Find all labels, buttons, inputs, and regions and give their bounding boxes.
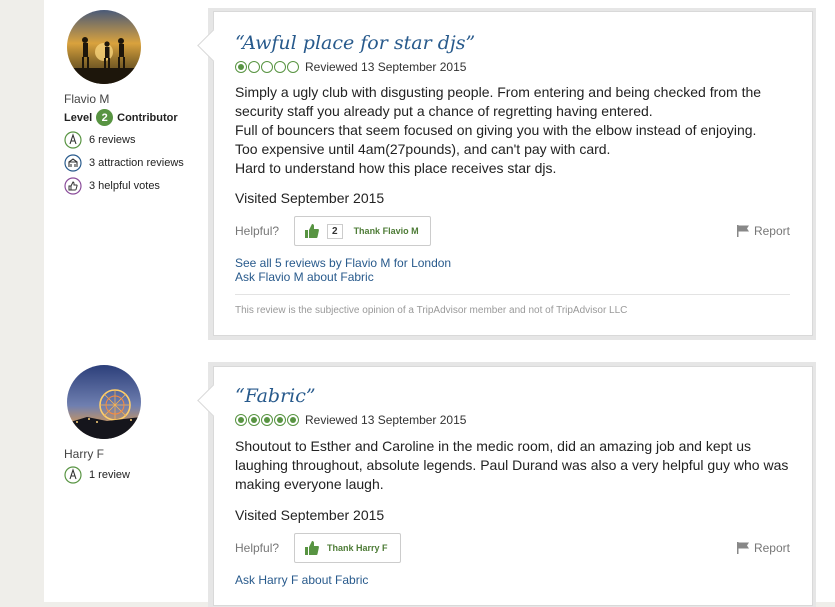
stat-attraction-reviews: 3 attraction reviews [64, 154, 204, 172]
rating-bubble [248, 61, 260, 73]
rating-row: Reviewed 13 September 2015 [235, 413, 466, 427]
review-title[interactable]: “Fabric” [235, 385, 316, 407]
ask-reviewer-link[interactable]: Ask Flavio M about Fabric [235, 270, 374, 284]
pen-icon [64, 466, 82, 484]
contributor-level: Level 2 Contributor [64, 109, 204, 126]
reviewer-info: Harry F 1 review [64, 365, 204, 484]
rating-bubbles [235, 61, 299, 73]
review-paragraph: Hard to understand how this place receiv… [235, 160, 557, 176]
rating-bubble [261, 414, 273, 426]
rating-bubble [287, 61, 299, 73]
disclaimer: This review is the subjective opinion of… [235, 305, 628, 316]
thumbs-up-icon [305, 541, 319, 555]
helpful-label: Helpful? [235, 541, 280, 555]
report-label: Report [753, 224, 790, 238]
stat-reviews: 1 review [64, 466, 204, 484]
rating-bubble [274, 61, 286, 73]
rating-bubbles [235, 414, 299, 426]
rating-bubble [287, 414, 299, 426]
thank-button[interactable]: Thank Harry F [294, 533, 401, 563]
review-body: Simply a ugly club with disgusting peopl… [235, 83, 795, 178]
helpful-count: 2 [327, 223, 343, 239]
review-card: “Fabric” Reviewed 13 September 2015 Shou… [197, 366, 813, 606]
level-badge: 2 [96, 109, 114, 126]
rating-bubble [261, 61, 273, 73]
helpful-label: Helpful? [235, 224, 280, 238]
username[interactable]: Flavio M [64, 92, 204, 106]
stat-reviews: 6 reviews [64, 131, 204, 149]
stat-text: 1 review [89, 469, 130, 481]
pen-icon [64, 131, 82, 149]
thank-button[interactable]: 2 Thank Flavio M [294, 216, 431, 246]
review-body: Shoutout to Esther and Caroline in the m… [235, 437, 795, 494]
card-divider [235, 294, 790, 295]
flag-icon [736, 225, 749, 237]
stat-helpful-votes: 3 helpful votes [64, 177, 204, 195]
review-paragraph: Full of bouncers that seem focused on gi… [235, 122, 757, 138]
flag-icon [736, 542, 749, 554]
visited-date: Visited September 2015 [235, 190, 385, 206]
visited-date: Visited September 2015 [235, 507, 385, 523]
rating-bubble [274, 414, 286, 426]
review-title[interactable]: “Awful place for star djs” [235, 32, 475, 54]
left-margin [0, 0, 44, 602]
rating-row: Reviewed 13 September 2015 [235, 60, 466, 74]
username[interactable]: Harry F [64, 447, 204, 461]
thank-label: Thank Flavio M [353, 226, 419, 236]
rating-bubble [235, 61, 247, 73]
stat-text: 3 attraction reviews [89, 157, 184, 169]
review-paragraph: Too expensive until 4am(27pounds), and c… [235, 141, 611, 157]
review-paragraph: Simply a ugly club with disgusting peopl… [235, 84, 762, 119]
reviewer-info: Flavio M Level 2 Contributor 6 reviews 3… [64, 10, 204, 195]
see-all-reviews-link[interactable]: See all 5 reviews by Flavio M for London [235, 256, 451, 270]
stat-text: 6 reviews [89, 134, 136, 146]
report-button[interactable]: Report [736, 541, 790, 555]
report-button[interactable]: Report [736, 224, 790, 238]
review-card: “Awful place for star djs” Reviewed 13 S… [197, 11, 813, 336]
reviewed-date: Reviewed 13 September 2015 [305, 60, 467, 74]
attraction-icon [64, 154, 82, 172]
stat-text: 3 helpful votes [89, 180, 160, 192]
report-label: Report [753, 541, 790, 555]
rating-bubble [235, 414, 247, 426]
level-prefix: Level [64, 111, 93, 124]
ask-reviewer-link[interactable]: Ask Harry F about Fabric [235, 573, 368, 587]
rating-bubble [248, 414, 260, 426]
thumbs-up-icon [64, 177, 82, 195]
reviewed-date: Reviewed 13 September 2015 [305, 413, 467, 427]
review-paragraph: Shoutout to Esther and Caroline in the m… [235, 438, 789, 492]
thank-label: Thank Harry F [327, 543, 388, 553]
avatar[interactable] [67, 10, 141, 84]
thumbs-up-icon [305, 224, 319, 238]
avatar[interactable] [67, 365, 141, 439]
level-suffix: Contributor [117, 111, 178, 124]
